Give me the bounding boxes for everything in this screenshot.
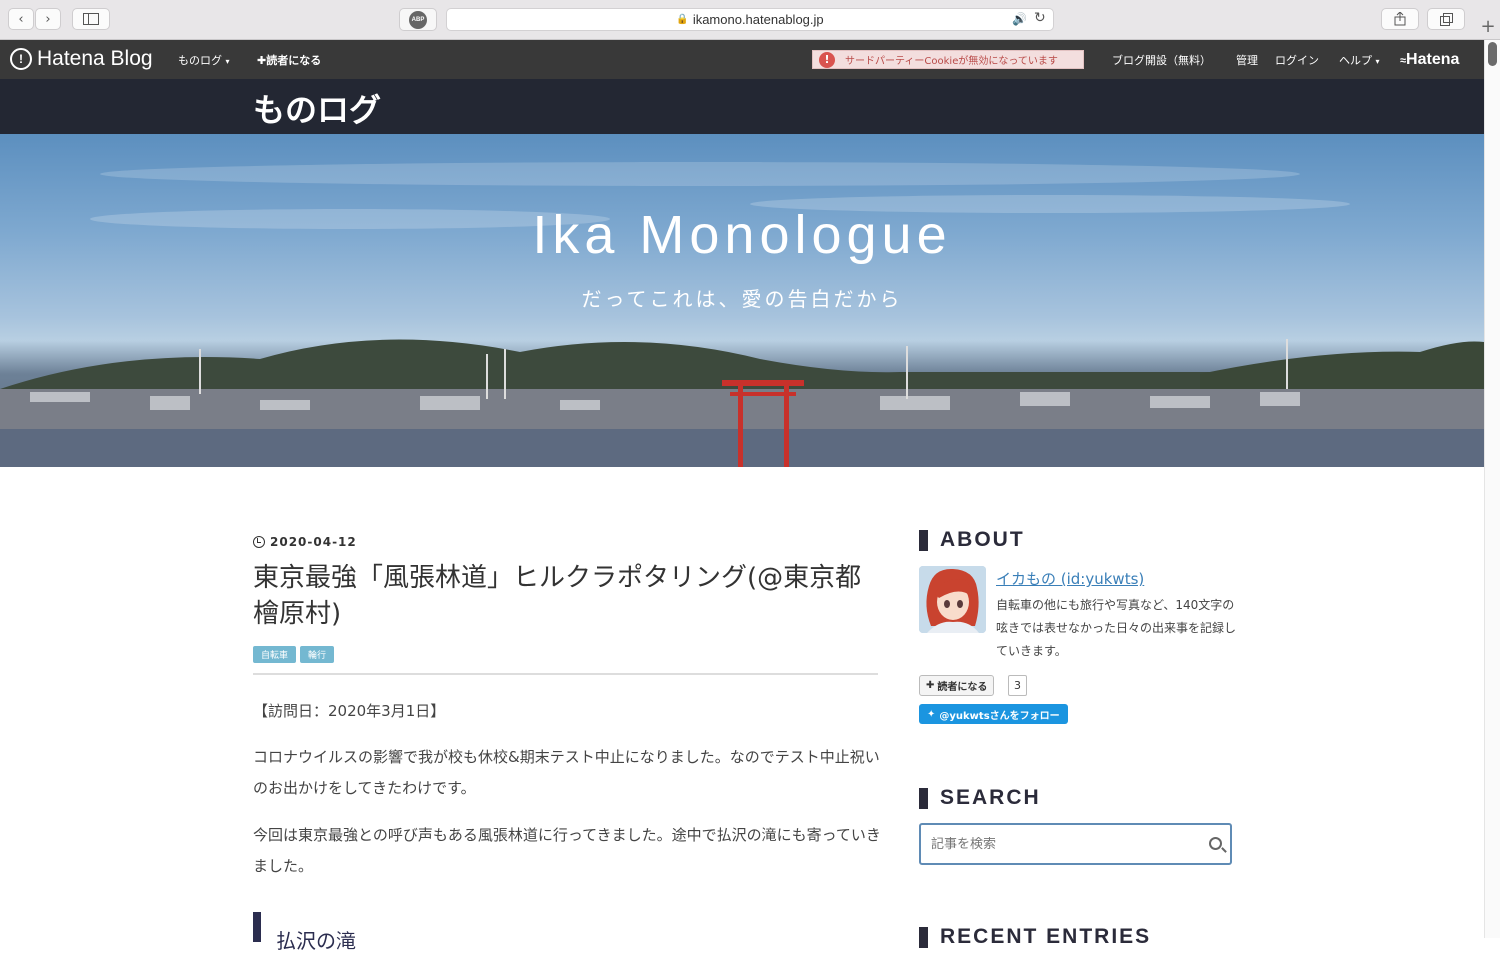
speaker-icon[interactable]: 🔊 bbox=[1012, 12, 1027, 26]
open-blog-link[interactable]: ブログ開設（無料） bbox=[1112, 52, 1211, 68]
adblock-button[interactable]: ABP bbox=[399, 8, 437, 31]
post-title[interactable]: 東京最強「風張林道」ヒルクラポタリング(@東京都檜原村) bbox=[253, 560, 883, 632]
blog-menu[interactable]: ものログ ▾ bbox=[178, 52, 230, 68]
clock-icon bbox=[253, 536, 265, 548]
blog-header: ものログ bbox=[0, 79, 1484, 134]
subscriber-count: 3 bbox=[1008, 675, 1027, 696]
subscribe-button[interactable]: ✚ 読者になる bbox=[919, 675, 995, 696]
hatena-blog-logo[interactable]: ! Hatena Blog bbox=[10, 47, 153, 71]
forward-arrow-icon[interactable]: › bbox=[35, 8, 61, 30]
blog-title[interactable]: ものログ bbox=[253, 85, 381, 131]
divider bbox=[253, 673, 878, 675]
tag-cycling[interactable]: 自転車 bbox=[253, 646, 297, 663]
url-text: ikamono.hatenablog.jp bbox=[692, 12, 824, 27]
warning-icon: ! bbox=[819, 51, 835, 68]
about-heading: ABOUT bbox=[919, 528, 1025, 552]
search-input[interactable] bbox=[931, 836, 1191, 852]
adblock-icon: ABP bbox=[409, 10, 427, 29]
search-heading: SEARCH bbox=[919, 786, 1041, 810]
scroll-thumb[interactable] bbox=[1488, 42, 1497, 66]
back-arrow-icon[interactable]: ‹ bbox=[8, 8, 34, 30]
heading-bar bbox=[919, 787, 928, 809]
login-link[interactable]: ログイン bbox=[1275, 52, 1319, 68]
search-icon[interactable] bbox=[1209, 837, 1222, 850]
hero-subtitle: だってこれは、愛の告白だから bbox=[581, 287, 903, 311]
twitter-follow-button[interactable]: ✦ @yukwtsさんをフォロー bbox=[919, 704, 1068, 724]
sidebar-icon[interactable] bbox=[72, 8, 110, 30]
post-date[interactable]: 2020-04-12 bbox=[253, 535, 357, 549]
hatena-navbar: ! Hatena Blog ものログ ▾ ✚読者になる ! サードパーティーCo… bbox=[0, 40, 1484, 79]
post-paragraph: 今回は東京最強との呼び声もある風張林道に行ってきました。途中で払沢の滝にも寄って… bbox=[253, 826, 881, 875]
hatena-logo-icon: ! bbox=[10, 48, 32, 70]
author-description: 自転車の他にも旅行や写真など、140文字の呟きでは表せなかった日々の出来事を記録… bbox=[996, 598, 1237, 658]
section-heading: 払沢の滝 bbox=[276, 929, 356, 953]
subscribe-link[interactable]: ✚読者になる bbox=[257, 52, 321, 68]
search-box[interactable] bbox=[919, 823, 1232, 865]
post-tags: 自転車 輪行 bbox=[253, 646, 335, 663]
cookie-warning: ! サードパーティーCookieが無効になっています bbox=[812, 50, 1084, 69]
heading-bar bbox=[919, 926, 928, 948]
recent-entries-heading: RECENT ENTRIES bbox=[919, 925, 1151, 949]
url-bar[interactable]: 🔒 ikamono.hatenablog.jp bbox=[446, 8, 1054, 31]
scrollbar[interactable] bbox=[1484, 40, 1500, 938]
logo-text: Hatena Blog bbox=[37, 47, 153, 70]
hero-image: Ika Monologue だってこれは、愛の告白だから bbox=[0, 134, 1484, 467]
caret-down-icon: ▾ bbox=[225, 57, 230, 66]
plus-icon: ✚ bbox=[926, 680, 935, 691]
post-paragraph: コロナウイルスの影響で我が校も休校&期末テスト中止になりました。なのでテスト中止… bbox=[253, 748, 880, 797]
visit-date: 【訪問日：2020年3月1日】 bbox=[253, 702, 446, 720]
reload-icon[interactable]: ↻ bbox=[1034, 10, 1046, 26]
lock-icon: 🔒 bbox=[676, 14, 689, 25]
help-menu[interactable]: ヘルプ ▾ bbox=[1339, 52, 1380, 68]
share-icon[interactable] bbox=[1381, 8, 1419, 30]
author-link[interactable]: イカもの (id:yukwts) bbox=[996, 568, 1144, 589]
hero-title: Ika Monologue bbox=[532, 205, 952, 265]
browser-toolbar: ‹ › ABP 🔒 ikamono.hatenablog.jp 🔊 ↻ + bbox=[0, 0, 1500, 40]
caret-down-icon: ▾ bbox=[1375, 57, 1380, 66]
admin-link[interactable]: 管理 bbox=[1236, 52, 1258, 68]
heading-bar bbox=[919, 529, 928, 551]
avatar[interactable] bbox=[919, 566, 986, 633]
tabs-icon[interactable] bbox=[1427, 8, 1465, 30]
plus-icon: ✚ bbox=[257, 54, 267, 67]
hatena-brand-link[interactable]: ≈Hatena bbox=[1400, 51, 1459, 69]
tag-rinko[interactable]: 輪行 bbox=[300, 646, 335, 663]
plus-icon[interactable]: + bbox=[1476, 14, 1500, 38]
twitter-bird-icon: ✦ bbox=[927, 708, 936, 720]
